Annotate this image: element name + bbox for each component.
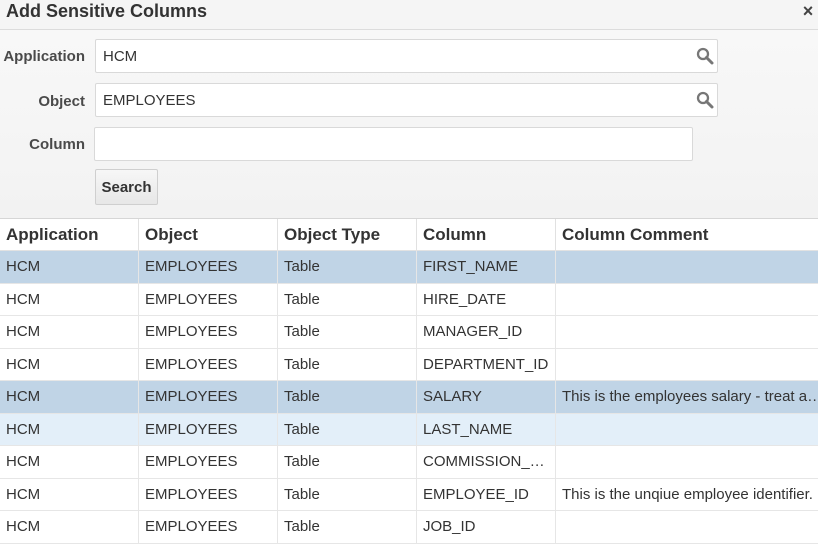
search-icon[interactable] (696, 47, 714, 65)
application-field[interactable] (95, 39, 718, 73)
object-input[interactable] (96, 84, 717, 116)
cell-column-comment: This is the unqiue employee identifier. (562, 485, 813, 503)
cell-object-type: Table (278, 251, 417, 283)
cell-application: HCM (0, 348, 139, 380)
cell-column: LAST_NAME (417, 413, 556, 445)
table-row[interactable]: HCM EMPLOYEES Table FIRST_NAME (0, 251, 818, 284)
application-label: Application (3, 48, 85, 65)
column-header-column-comment[interactable]: Column Comment (556, 219, 818, 250)
cell-object-type: Table (278, 381, 417, 413)
cell-application: HCM (0, 446, 139, 478)
add-sensitive-columns-dialog: Add Sensitive Columns × Application Obje… (0, 0, 818, 549)
table-header: Application Object Object Type Column Co… (0, 219, 818, 251)
cell-column: JOB_ID (417, 511, 556, 543)
cell-column-comment: This is the employees salary - treat a… (562, 388, 818, 406)
column-header-application[interactable]: Application (0, 219, 139, 250)
cell-column: EMPLOYEE_ID (417, 478, 556, 510)
table-row[interactable]: HCM EMPLOYEES Table EMPLOYEE_ID This is … (0, 478, 818, 511)
cell-application: HCM (0, 413, 139, 445)
column-field[interactable] (94, 127, 693, 161)
column-input[interactable] (95, 128, 692, 160)
cell-object: EMPLOYEES (139, 511, 278, 543)
cell-column: FIRST_NAME (417, 251, 556, 283)
cell-object: EMPLOYEES (139, 478, 278, 510)
table-row[interactable]: HCM EMPLOYEES Table DEPARTMENT_ID (0, 348, 818, 381)
object-field[interactable] (95, 83, 718, 117)
table-row[interactable]: HCM EMPLOYEES Table JOB_ID (0, 511, 818, 544)
cell-object-type: Table (278, 413, 417, 445)
search-button[interactable]: Search (95, 169, 158, 205)
cell-object-type: Table (278, 316, 417, 348)
table-row[interactable]: HCM EMPLOYEES Table MANAGER_ID (0, 316, 818, 349)
cell-object: EMPLOYEES (139, 413, 278, 445)
column-header-column[interactable]: Column (417, 219, 556, 250)
table-row[interactable]: HCM EMPLOYEES Table HIRE_DATE (0, 283, 818, 316)
column-label: Column (29, 136, 85, 153)
close-icon[interactable]: × (800, 1, 816, 21)
cell-object: EMPLOYEES (139, 251, 278, 283)
cell-column-comment (556, 511, 818, 543)
cell-object: EMPLOYEES (139, 348, 278, 380)
application-input[interactable] (96, 40, 717, 72)
cell-object-type: Table (278, 511, 417, 543)
column-header-object-type[interactable]: Object Type (278, 219, 417, 250)
table-row[interactable]: HCM EMPLOYEES Table LAST_NAME (0, 413, 818, 446)
search-icon[interactable] (696, 91, 714, 109)
cell-application: HCM (0, 511, 139, 543)
cell-object-type: Table (278, 478, 417, 510)
cell-column: COMMISSION_… (417, 446, 556, 478)
cell-object-type: Table (278, 348, 417, 380)
cell-object-type: Table (278, 283, 417, 315)
cell-column-comment (556, 316, 818, 348)
search-form: Application Object Column Search (0, 30, 818, 218)
cell-application: HCM (0, 251, 139, 283)
cell-column-comment (556, 349, 818, 381)
cell-column: MANAGER_ID (417, 316, 556, 348)
cell-object: EMPLOYEES (139, 316, 278, 348)
cell-application: HCM (0, 478, 139, 510)
table-row[interactable]: HCM EMPLOYEES Table SALARY This is the e… (0, 381, 818, 414)
cell-application: HCM (0, 283, 139, 315)
dialog-titlebar: Add Sensitive Columns × (0, 0, 818, 30)
column-header-object[interactable]: Object (139, 219, 278, 250)
sensitive-columns-table: Application Object Object Type Column Co… (0, 218, 818, 549)
cell-object-type: Table (278, 446, 417, 478)
cell-object: EMPLOYEES (139, 283, 278, 315)
cell-column-comment (556, 251, 818, 283)
cell-column: HIRE_DATE (417, 283, 556, 315)
cell-application: HCM (0, 381, 139, 413)
cell-column-comment (556, 446, 818, 478)
cell-application: HCM (0, 316, 139, 348)
object-label: Object (38, 93, 85, 110)
table-row[interactable]: HCM EMPLOYEES Table COMMISSION_… (0, 446, 818, 479)
cell-column-comment (556, 284, 818, 316)
cell-column: SALARY (417, 381, 556, 413)
cell-object: EMPLOYEES (139, 446, 278, 478)
cell-object: EMPLOYEES (139, 381, 278, 413)
cell-column-comment (556, 414, 818, 446)
cell-column: DEPARTMENT_ID (417, 348, 556, 380)
dialog-title: Add Sensitive Columns (6, 1, 208, 21)
